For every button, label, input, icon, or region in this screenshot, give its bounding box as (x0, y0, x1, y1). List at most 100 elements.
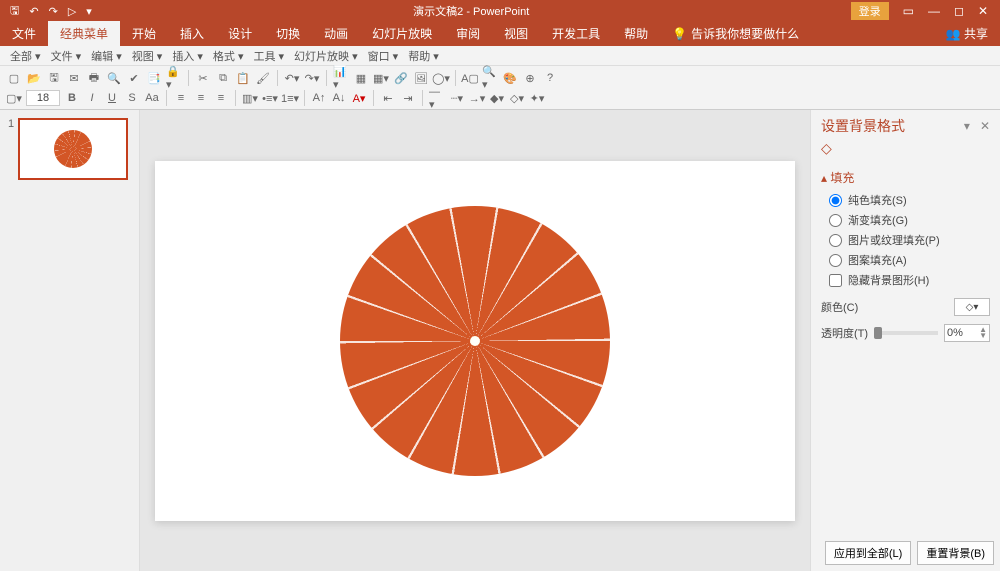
paste-icon[interactable]: 📋 (235, 70, 251, 86)
textbox-icon[interactable]: A▢ (462, 70, 478, 86)
dash-style-icon[interactable]: ┈▾ (449, 90, 465, 106)
align-right-icon[interactable]: ≡ (213, 90, 229, 106)
submenu-tools[interactable]: 工具 ▾ (249, 48, 288, 64)
shrink-font-icon[interactable]: A↓ (331, 90, 347, 106)
minimize-icon[interactable]: — (928, 4, 940, 18)
spell-icon[interactable]: ✔ (126, 70, 142, 86)
undo-icon[interactable]: ↶▾ (284, 70, 300, 86)
tab-developer[interactable]: 开发工具 (540, 21, 612, 46)
tables-icon[interactable]: ▦▾ (373, 70, 389, 86)
font-size-input[interactable]: 18 (26, 90, 60, 106)
fill-bucket-icon[interactable]: ◇ (811, 138, 1000, 165)
tab-classic-menu[interactable]: 经典菜单 (48, 21, 120, 46)
save-icon[interactable]: 🖫 (46, 70, 62, 86)
slide-canvas-area[interactable] (140, 110, 810, 571)
slide[interactable] (155, 161, 795, 521)
color-picker-button[interactable]: ◇▾ (954, 298, 990, 316)
transparency-input[interactable]: 0% ▲▼ (944, 324, 990, 342)
maximize-icon[interactable]: ◻ (954, 4, 964, 18)
print-icon[interactable]: 🖶 (86, 70, 102, 86)
fill-group-header[interactable]: ▴ 填充 (821, 169, 990, 186)
slide-thumbnail-1[interactable] (18, 118, 128, 180)
layout-icon[interactable]: ▢▾ (6, 90, 22, 106)
indent-dec-icon[interactable]: ⇤ (380, 90, 396, 106)
shadow-icon[interactable]: S (124, 90, 140, 106)
submenu-format[interactable]: 格式 ▾ (209, 48, 248, 64)
format-painter-icon[interactable]: 🖌 (255, 70, 271, 86)
tab-animations[interactable]: 动画 (312, 21, 360, 46)
login-button[interactable]: 登录 (851, 2, 889, 20)
redo-icon[interactable]: ↷▾ (304, 70, 320, 86)
radio-picture[interactable] (829, 234, 842, 247)
submenu-file[interactable]: 文件 ▾ (47, 48, 86, 64)
opt-gradient-fill[interactable]: 渐变填充(G) (821, 210, 990, 230)
chart-icon[interactable]: 📊▾ (333, 70, 349, 86)
bold-icon[interactable]: B (64, 90, 80, 106)
tab-slideshow[interactable]: 幻灯片放映 (360, 21, 444, 46)
share-button[interactable]: 👥 共享 (934, 21, 1000, 46)
open-icon[interactable]: 📂 (26, 70, 42, 86)
submenu-window[interactable]: 窗口 ▾ (364, 48, 403, 64)
tab-file[interactable]: 文件 (0, 21, 48, 46)
submenu-help[interactable]: 帮助 ▾ (404, 48, 443, 64)
tab-insert[interactable]: 插入 (168, 21, 216, 46)
change-case-icon[interactable]: Aa (144, 90, 160, 106)
indent-inc-icon[interactable]: ⇥ (400, 90, 416, 106)
cut-icon[interactable]: ✂ (195, 70, 211, 86)
tell-me[interactable]: 💡 告诉我你想要做什么 (660, 21, 811, 46)
copy-icon[interactable]: ⧉ (215, 70, 231, 86)
submenu-view[interactable]: 视图 ▾ (128, 48, 167, 64)
radio-gradient[interactable] (829, 214, 842, 227)
preview-icon[interactable]: 🔍 (106, 70, 122, 86)
opt-picture-fill[interactable]: 图片或纹理填充(P) (821, 230, 990, 250)
radio-solid[interactable] (829, 194, 842, 207)
permission-icon[interactable]: 🔒▾ (166, 70, 182, 86)
find-icon[interactable]: 🔍▾ (482, 70, 498, 86)
ribbon-options-icon[interactable]: ▭ (903, 4, 914, 18)
new-icon[interactable]: ▢ (6, 70, 22, 86)
effects-icon[interactable]: ✦▾ (529, 90, 545, 106)
save-icon[interactable]: 🖫 (10, 2, 19, 21)
fill-color-icon[interactable]: ◆▾ (489, 90, 505, 106)
research-icon[interactable]: 📑 (146, 70, 162, 86)
submenu-edit[interactable]: 编辑 ▾ (87, 48, 126, 64)
line-style-icon[interactable]: —▾ (429, 90, 445, 106)
sunburst-shape[interactable] (340, 206, 610, 476)
opt-solid-fill[interactable]: 纯色填充(S) (821, 190, 990, 210)
radio-pattern[interactable] (829, 254, 842, 267)
hyperlink-icon[interactable]: 🔗 (393, 70, 409, 86)
submenu-all[interactable]: 全部 ▾ (6, 48, 45, 64)
align-center-icon[interactable]: ≡ (193, 90, 209, 106)
table-icon[interactable]: ▦ (353, 70, 369, 86)
columns-icon[interactable]: ▥▾ (242, 90, 258, 106)
color-icon[interactable]: 🎨 (502, 70, 518, 86)
zoom-icon[interactable]: ⊕ (522, 70, 538, 86)
tab-transitions[interactable]: 切换 (264, 21, 312, 46)
outline-color-icon[interactable]: ◇▾ (509, 90, 525, 106)
spinner-icon[interactable]: ▲▼ (979, 327, 987, 339)
tab-home[interactable]: 开始 (120, 21, 168, 46)
pane-close-icon[interactable]: ✕ (980, 119, 990, 133)
shapes-icon[interactable]: ◯▾ (433, 70, 449, 86)
submenu-slideshow[interactable]: 幻灯片放映 ▾ (290, 48, 362, 64)
reset-bg-button[interactable]: 重置背景(B) (917, 541, 994, 565)
bullets-icon[interactable]: •≡▾ (262, 90, 278, 106)
tab-design[interactable]: 设计 (216, 21, 264, 46)
help-icon[interactable]: ? (542, 70, 558, 86)
undo-icon[interactable]: ↶ (29, 5, 38, 18)
opt-pattern-fill[interactable]: 图案填充(A) (821, 250, 990, 270)
align-left-icon[interactable]: ≡ (173, 90, 189, 106)
tab-help[interactable]: 帮助 (612, 21, 660, 46)
arrow-style-icon[interactable]: →▾ (469, 90, 485, 106)
mail-icon[interactable]: ✉ (66, 70, 82, 86)
apply-all-button[interactable]: 应用到全部(L) (825, 541, 911, 565)
transparency-slider[interactable] (874, 331, 938, 335)
opt-hide-bg[interactable]: 隐藏背景图形(H) (821, 270, 990, 290)
grow-font-icon[interactable]: A↑ (311, 90, 327, 106)
picture-icon[interactable]: 🖼 (413, 70, 429, 86)
submenu-insert[interactable]: 插入 ▾ (168, 48, 207, 64)
pane-options-icon[interactable]: ▾ (964, 119, 970, 133)
tab-view[interactable]: 视图 (492, 21, 540, 46)
numbering-icon[interactable]: 1≡▾ (282, 90, 298, 106)
checkbox-hide-bg[interactable] (829, 274, 842, 287)
